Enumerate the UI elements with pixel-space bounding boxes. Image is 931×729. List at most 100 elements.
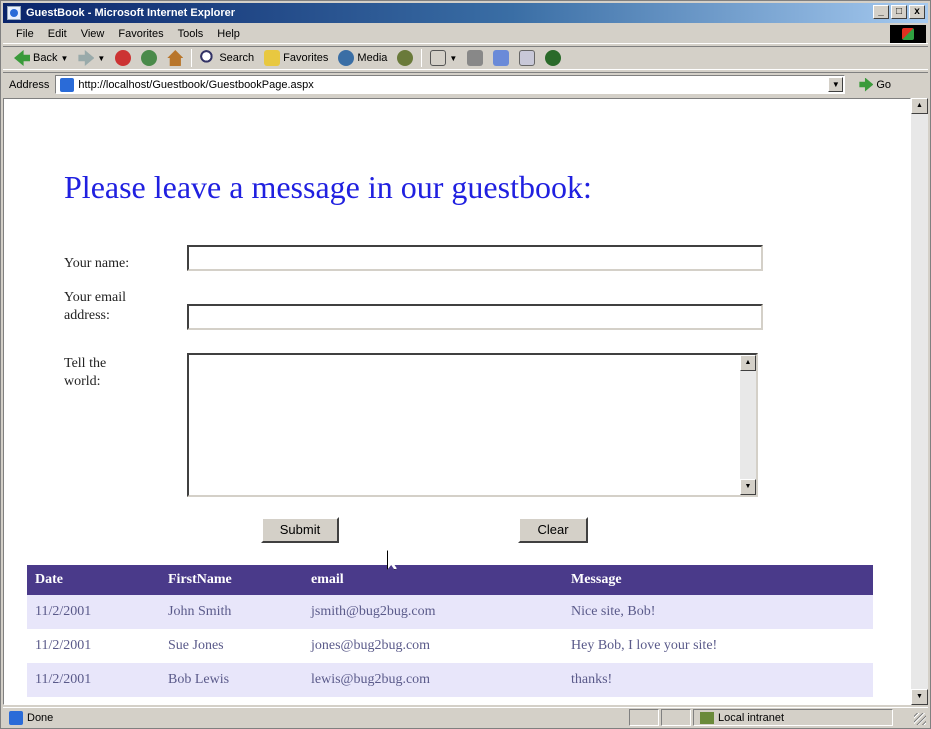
cell-name: Bob Lewis bbox=[168, 672, 230, 687]
ie-logo-icon bbox=[7, 6, 21, 20]
back-dropdown-icon[interactable]: ▼ bbox=[60, 54, 68, 63]
search-label: Search bbox=[219, 52, 255, 64]
menu-view[interactable]: View bbox=[74, 28, 112, 40]
name-label: Your name: bbox=[64, 256, 130, 271]
back-button[interactable]: Back ▼ bbox=[9, 48, 73, 68]
refresh-icon bbox=[141, 50, 158, 66]
message-textarea[interactable]: ▲ ▼ bbox=[187, 353, 758, 497]
favorites-button[interactable]: Favorites bbox=[259, 48, 333, 68]
stop-button[interactable] bbox=[110, 48, 136, 68]
page-icon bbox=[60, 77, 75, 92]
title-bar: GuestBook - Microsoft Internet Explorer … bbox=[3, 3, 928, 23]
mail-dropdown-icon[interactable]: ▼ bbox=[449, 54, 457, 63]
forward-arrow-icon bbox=[78, 50, 95, 66]
cell-message: Hey Bob, I love your site! bbox=[571, 638, 718, 653]
media-label: Media bbox=[357, 52, 388, 64]
scroll-up-icon[interactable]: ▲ bbox=[911, 98, 928, 114]
menu-tools[interactable]: Tools bbox=[171, 28, 211, 40]
message-label-line1: Tell the bbox=[64, 356, 107, 371]
page-title: Please leave a message in our guestbook: bbox=[64, 169, 592, 205]
forward-dropdown-icon[interactable]: ▼ bbox=[97, 54, 105, 63]
standard-toolbar: Back ▼ ▼ Search Favorites Media ▼ bbox=[3, 46, 928, 70]
address-label: Address bbox=[9, 78, 50, 91]
table-row: 11/2/2001 Bob Lewis lewis@bug2bug.com th… bbox=[27, 663, 873, 697]
media-button[interactable]: Media bbox=[333, 48, 392, 68]
cell-message: thanks! bbox=[571, 672, 613, 687]
home-button[interactable] bbox=[162, 48, 188, 68]
discuss-button[interactable] bbox=[514, 48, 540, 68]
messenger-icon bbox=[545, 50, 562, 66]
scroll-up-icon[interactable]: ▲ bbox=[740, 355, 756, 371]
messenger-button[interactable] bbox=[540, 48, 566, 68]
page-content: Please leave a message in our guestbook:… bbox=[3, 98, 911, 705]
status-bar: Done Local intranet bbox=[3, 707, 928, 727]
close-button[interactable]: x bbox=[909, 5, 925, 19]
go-label: Go bbox=[876, 78, 892, 91]
table-row: 11/2/2001 John Smith jsmith@bug2bug.com … bbox=[27, 595, 873, 629]
email-label-line2: address: bbox=[64, 308, 110, 323]
cell-message: Nice site, Bob! bbox=[571, 604, 656, 619]
stop-icon bbox=[115, 50, 132, 66]
cell-name: Sue Jones bbox=[168, 638, 224, 653]
page-scrollbar[interactable]: ▲ ▼ bbox=[911, 98, 928, 705]
cell-date: 11/2/2001 bbox=[35, 604, 92, 619]
name-input[interactable] bbox=[187, 245, 763, 271]
table-header: Date FirstName email Message bbox=[27, 565, 873, 595]
page-done-icon bbox=[9, 710, 23, 725]
status-panel bbox=[629, 709, 659, 726]
cell-email: lewis@bug2bug.com bbox=[311, 672, 431, 687]
menu-help[interactable]: Help bbox=[210, 28, 247, 40]
media-icon bbox=[338, 50, 355, 66]
menu-file[interactable]: File bbox=[9, 28, 41, 40]
address-dropdown-icon[interactable]: ▼ bbox=[828, 77, 844, 92]
edit-icon bbox=[493, 50, 510, 66]
home-icon bbox=[167, 50, 184, 66]
status-panel bbox=[661, 709, 691, 726]
cell-date: 11/2/2001 bbox=[35, 638, 92, 653]
mail-button[interactable]: ▼ bbox=[425, 48, 462, 68]
menu-edit[interactable]: Edit bbox=[41, 28, 74, 40]
message-label-line2: world: bbox=[64, 374, 101, 389]
refresh-button[interactable] bbox=[136, 48, 162, 68]
history-button[interactable] bbox=[392, 48, 418, 68]
header-date: Date bbox=[35, 572, 63, 587]
cell-date: 11/2/2001 bbox=[35, 672, 92, 687]
forward-button[interactable]: ▼ bbox=[73, 48, 110, 68]
edit-button[interactable] bbox=[488, 48, 514, 68]
status-text: Done bbox=[27, 711, 54, 724]
scroll-down-icon[interactable]: ▼ bbox=[911, 689, 928, 705]
header-firstname: FirstName bbox=[168, 572, 232, 587]
browser-window: GuestBook - Microsoft Internet Explorer … bbox=[0, 0, 931, 729]
email-label-line1: Your email bbox=[64, 290, 126, 305]
cell-email: jsmith@bug2bug.com bbox=[311, 604, 436, 619]
windows-logo-icon bbox=[890, 25, 926, 43]
mail-icon bbox=[430, 50, 447, 66]
toolbar-separator bbox=[191, 49, 193, 67]
address-url[interactable]: http://localhost/Guestbook/GuestbookPage… bbox=[78, 79, 313, 91]
print-icon bbox=[467, 50, 484, 66]
discuss-icon bbox=[519, 50, 536, 66]
minimize-button[interactable]: _ bbox=[873, 5, 889, 19]
resize-grip-icon[interactable] bbox=[914, 713, 926, 725]
scroll-down-icon[interactable]: ▼ bbox=[740, 479, 756, 495]
textarea-scrollbar[interactable]: ▲ ▼ bbox=[740, 355, 756, 495]
back-arrow-icon bbox=[14, 50, 30, 66]
print-button[interactable] bbox=[462, 48, 488, 68]
address-bar: Address http://localhost/Guestbook/Guest… bbox=[3, 72, 928, 96]
menu-favorites[interactable]: Favorites bbox=[111, 28, 170, 40]
menu-bar: File Edit View Favorites Tools Help bbox=[3, 24, 928, 44]
back-label: Back bbox=[33, 52, 58, 64]
go-button[interactable]: Go bbox=[859, 77, 892, 92]
submit-button[interactable]: Submit bbox=[261, 517, 339, 543]
search-icon bbox=[200, 50, 217, 66]
window-controls: _ □ x bbox=[873, 5, 925, 19]
address-field[interactable]: http://localhost/Guestbook/GuestbookPage… bbox=[55, 75, 846, 94]
favorites-icon bbox=[264, 50, 281, 66]
table-row: 11/2/2001 Sue Jones jones@bug2bug.com He… bbox=[27, 629, 873, 663]
email-input[interactable] bbox=[187, 304, 763, 330]
go-arrow-icon bbox=[859, 77, 874, 92]
search-button[interactable]: Search bbox=[195, 48, 259, 68]
maximize-button[interactable]: □ bbox=[891, 5, 907, 19]
toolbar-separator bbox=[421, 49, 423, 67]
clear-button[interactable]: Clear bbox=[518, 517, 588, 543]
